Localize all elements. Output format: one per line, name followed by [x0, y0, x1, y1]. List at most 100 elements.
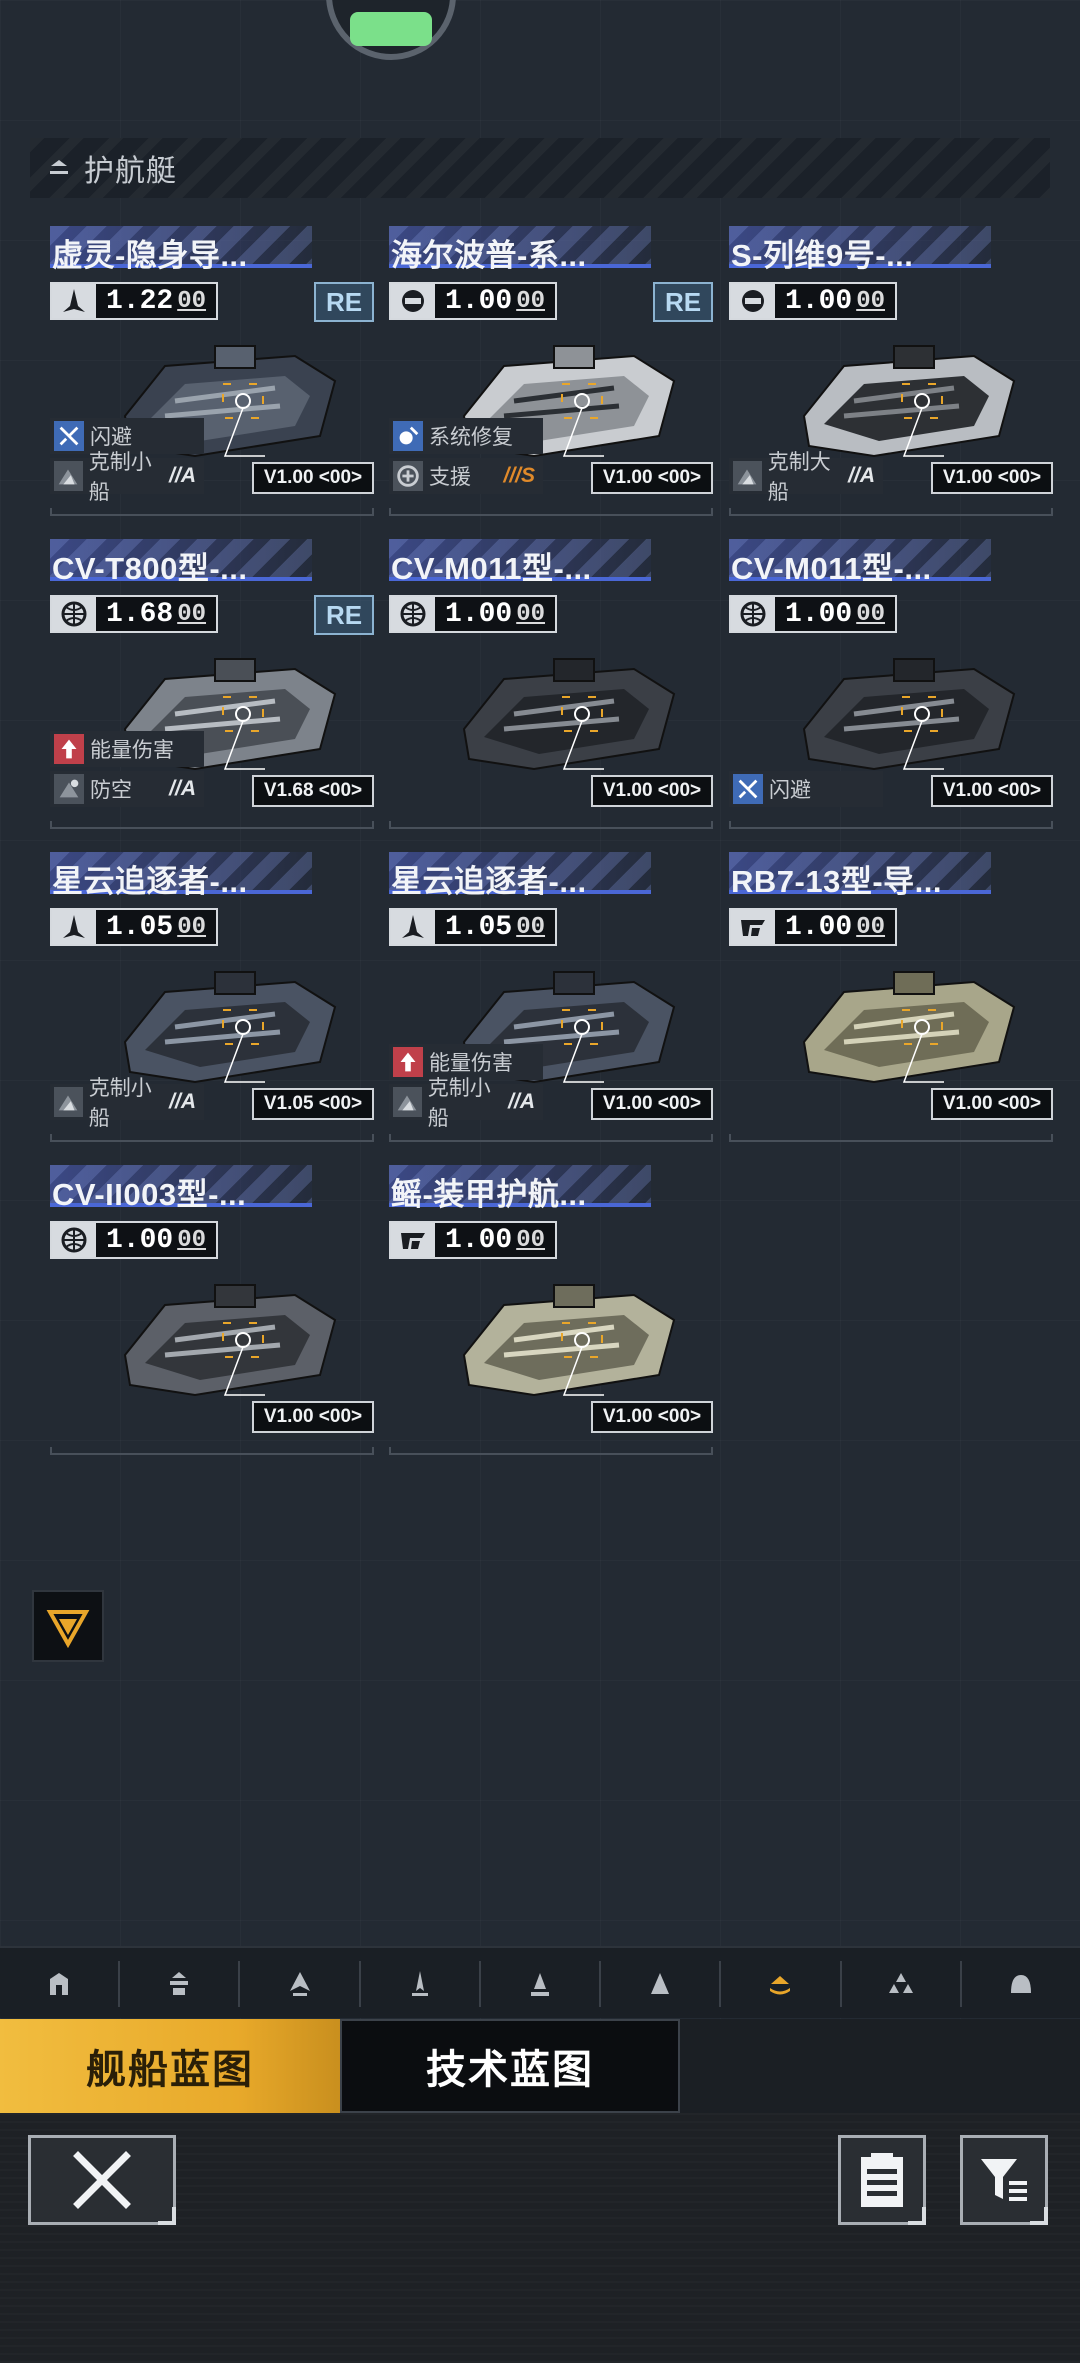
energy-icon	[393, 1047, 423, 1077]
ship-image	[123, 1284, 337, 1397]
card-baseline	[729, 508, 1053, 516]
tab-tech-blueprint[interactable]: 技术蓝图	[340, 2019, 680, 2113]
version-badge: V1.00 <00>	[591, 1088, 713, 1120]
tag-label: 防空	[90, 779, 132, 802]
version-badge: V1.00 <00>	[931, 775, 1053, 807]
tag-grade: //A	[169, 777, 196, 800]
support-icon	[393, 461, 423, 491]
card-baseline	[50, 1447, 374, 1455]
card-baseline	[50, 508, 374, 516]
close-button[interactable]	[28, 2135, 176, 2225]
role-tag: 支援 ///S	[389, 458, 543, 494]
antiair-icon	[54, 774, 84, 804]
version-badge: V1.68 <00>	[252, 775, 374, 807]
tag-grade: //A	[169, 1090, 196, 1113]
blueprint-tabs: 舰船蓝图 技术蓝图	[0, 2019, 1080, 2113]
category-tab[interactable]	[721, 1961, 842, 2007]
ship-name: 虚灵-隐身导...	[52, 238, 248, 273]
close-icon	[73, 2151, 131, 2209]
ship-image	[462, 658, 676, 771]
version-badge: V1.00 <00>	[591, 775, 713, 807]
ship-card[interactable]: CV-M011型-... 1.00 00 闪避 V1.00 <00>	[729, 539, 1059, 839]
tab-ship-blueprint[interactable]: 舰船蓝图	[0, 2019, 340, 2113]
card-baseline	[389, 821, 713, 829]
base-icon	[50, 1973, 69, 1995]
category-tab[interactable]	[120, 1961, 241, 2007]
tag-grade: //A	[169, 464, 196, 487]
category-tab[interactable]	[962, 1961, 1080, 2007]
globe-icon	[391, 597, 435, 631]
filter-button[interactable]	[960, 2135, 1048, 2225]
category-tab[interactable]	[361, 1961, 481, 2007]
role-tag: 防空 //A	[50, 771, 204, 807]
clipboard-button[interactable]	[838, 2135, 926, 2225]
category-tab[interactable]	[601, 1961, 722, 2007]
role-tag: 克制小船 //A	[50, 1077, 204, 1130]
tag-label: 克制小船	[427, 1077, 491, 1130]
ship-name: CV-T800型-...	[52, 551, 248, 586]
ship-card[interactable]: 星云追逐者-... 1.05 00 克制小船 //A V1.05 <00>	[50, 852, 380, 1152]
filter-icon	[981, 2159, 1027, 2201]
ship-card[interactable]: RB7-13型-导... 1.00 00 V1.00 <00>	[729, 852, 1059, 1152]
card-baseline	[389, 508, 713, 516]
tag-grade: //A	[508, 1090, 535, 1113]
card-baseline	[50, 821, 374, 829]
ship-card[interactable]: CV-M011型-... 1.00 00 V1.00 <00>	[389, 539, 719, 839]
category-tab[interactable]	[842, 1961, 962, 2007]
category-tab[interactable]	[481, 1961, 602, 2007]
ship-name: CV-II003型-...	[52, 1177, 247, 1212]
ship-name: CV-M011型-...	[391, 551, 592, 586]
version-badge: V1.00 <00>	[591, 1401, 713, 1433]
frigate-icon	[530, 1973, 549, 1996]
escort-icon	[770, 1976, 791, 1995]
ship-card[interactable]: 星云追逐者-... 1.05 00 能量伤害 克制小船 //A V1.00 <00…	[389, 852, 719, 1152]
version-badge: V1.05 <00>	[252, 1088, 374, 1120]
category-bar	[0, 1946, 1080, 2018]
counter-icon	[54, 461, 83, 491]
ship-card[interactable]: 海尔波普-系... 1.00 00 RE 系统修复 支援 ///S V1.00 <…	[389, 226, 719, 526]
trait-tag: 能量伤害	[50, 731, 204, 767]
card-baseline	[729, 821, 1053, 829]
corvette-icon	[651, 1973, 670, 1994]
card-baseline	[729, 1134, 1053, 1142]
cruiser-icon	[289, 1972, 310, 1996]
globe-icon	[52, 597, 96, 631]
triangle-rank-icon	[46, 1610, 90, 1649]
tag-label: 克制小船	[88, 1077, 152, 1130]
counter-icon	[733, 461, 762, 491]
ship-card[interactable]: CV-II003型-... 1.00 00 V1.00 <00>	[50, 1165, 380, 1465]
card-baseline	[389, 1134, 713, 1142]
ship-name: 星云追逐者-...	[52, 864, 248, 899]
ship-card[interactable]: S-列维9号-... 1.00 00 克制大船 //A V1.00 <00>	[729, 226, 1059, 526]
ship-name: S-列维9号-...	[731, 238, 914, 273]
helmet-icon	[391, 284, 435, 318]
fighter-icon	[52, 910, 96, 944]
version-badge: V1.00 <00>	[931, 1088, 1053, 1120]
bottom-bar	[0, 2113, 1080, 2363]
section-title: 护航艇	[84, 155, 177, 188]
role-tag: 闪避	[729, 771, 883, 807]
globe-icon	[731, 597, 775, 631]
brand-icon	[731, 910, 775, 944]
tag-label: 能量伤害	[90, 739, 174, 762]
version-badge: V1.00 <00>	[931, 462, 1053, 494]
ship-name: 鳐-装甲护航...	[391, 1177, 587, 1212]
globe-icon	[52, 1223, 96, 1257]
dodge-icon	[54, 421, 84, 451]
destroyer-icon	[411, 1971, 428, 1996]
energy-icon	[54, 734, 84, 764]
clipboard-icon	[861, 2153, 903, 2207]
ship-card[interactable]: CV-T800型-... 1.68 00 RE 能量伤害 防空 //A V1.68…	[50, 539, 380, 839]
ship-card[interactable]: 虚灵-隐身导... 1.22 00 RE 闪避 克制小船 //A V1.00 <0…	[50, 226, 380, 526]
version-badge: V1.00 <00>	[252, 1401, 374, 1433]
rank-filter-button[interactable]	[32, 1590, 104, 1662]
ship-name: 海尔波普-系...	[391, 238, 587, 273]
category-tab[interactable]	[0, 1961, 121, 2007]
category-tab[interactable]	[240, 1961, 361, 2007]
tag-label: 克制小船	[88, 451, 152, 504]
tag-label: 系统修复	[429, 426, 513, 449]
card-baseline	[389, 1447, 713, 1455]
tag-grade: //A	[848, 464, 875, 487]
ship-card[interactable]: 鳐-装甲护航... 1.00 00 V1.00 <00>	[389, 1165, 719, 1465]
tag-label: 克制大船	[767, 451, 831, 504]
